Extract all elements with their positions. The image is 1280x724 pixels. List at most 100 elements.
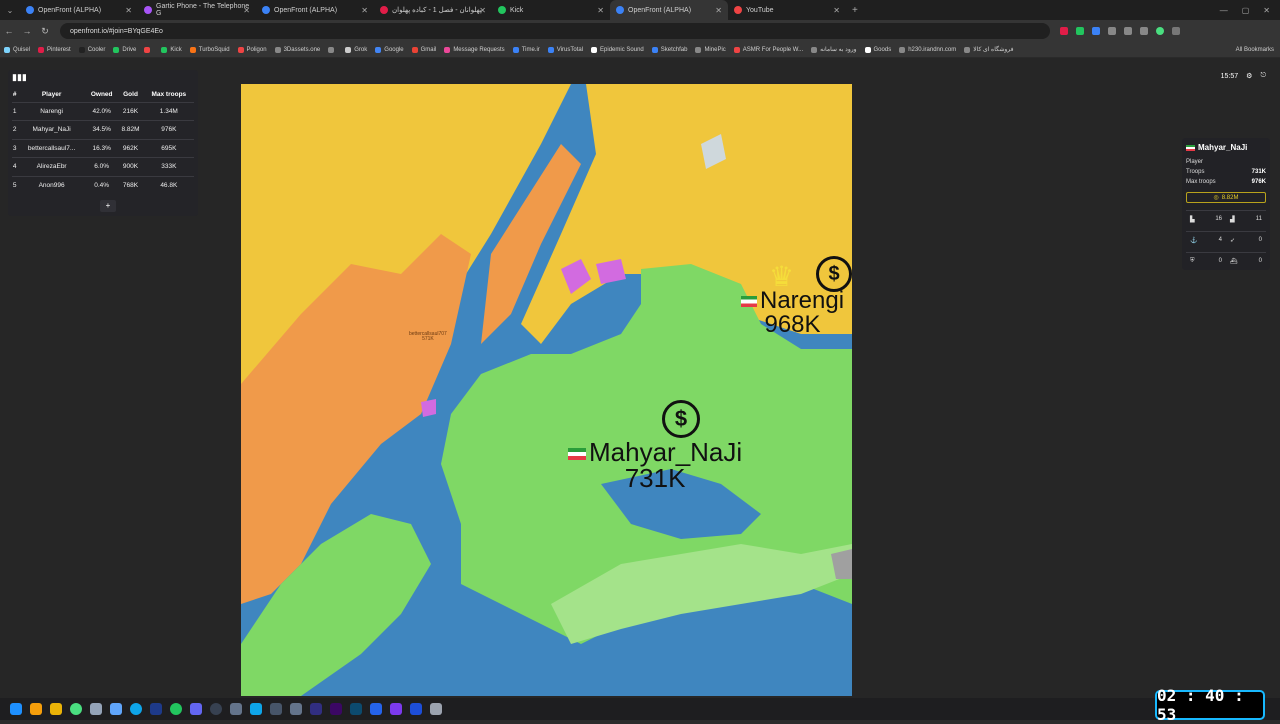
close-icon[interactable]: ✕ (833, 6, 840, 15)
extension-icon[interactable] (1124, 27, 1132, 35)
maximize-icon[interactable]: ▢ (1242, 6, 1250, 15)
forward-icon[interactable]: → (18, 26, 36, 36)
column-header-max-troops[interactable]: Max troops (144, 88, 194, 102)
cell-player: Anon996 (17, 175, 86, 195)
app-icon[interactable] (390, 703, 402, 715)
app-icon[interactable] (270, 703, 282, 715)
settings-gear-icon[interactable]: ⚙ (1246, 72, 1252, 80)
bookmark-item[interactable]: Kick (161, 46, 182, 53)
steam-icon[interactable] (150, 703, 162, 715)
expand-leaderboard-button[interactable]: + (100, 200, 116, 212)
bookmark-item[interactable]: Epidemic Sound (591, 46, 644, 53)
after-effects-icon[interactable] (310, 703, 322, 715)
app-icon[interactable] (90, 703, 102, 715)
bookmark-item[interactable] (328, 46, 337, 53)
bookmark-favicon-icon (512, 46, 519, 53)
all-bookmarks-button[interactable]: All Bookmarks (1236, 47, 1280, 53)
leaderboard-row[interactable]: 5 Anon996 0.4% 768K 46.8K (12, 175, 194, 195)
windows-start-icon[interactable] (10, 703, 22, 715)
bookmark-item[interactable]: VirusTotal (547, 46, 583, 53)
bookmark-item[interactable]: Cooler (78, 46, 105, 53)
tab-search-button[interactable]: ⌄ (0, 0, 20, 20)
app-icon[interactable] (430, 703, 442, 715)
file-explorer-icon[interactable] (50, 703, 62, 715)
extension-icon[interactable] (1076, 27, 1084, 35)
bookmark-item[interactable]: Sketchfab (651, 46, 687, 53)
leaderboard-row[interactable]: 1 Narengi 42.0% 216K 1.34M (12, 101, 194, 121)
bookmark-favicon-icon (547, 46, 554, 53)
exit-icon[interactable]: ⎋ (1260, 72, 1266, 80)
spotify-icon[interactable] (170, 703, 182, 715)
close-icon[interactable]: ✕ (715, 6, 722, 15)
close-icon[interactable]: ✕ (361, 6, 368, 15)
map-svg[interactable] (241, 84, 852, 696)
close-icon[interactable]: ✕ (479, 6, 486, 15)
close-icon[interactable]: ✕ (125, 6, 132, 15)
close-icon[interactable]: ✕ (597, 6, 604, 15)
bookmark-label: Epidemic Sound (600, 46, 644, 53)
app-icon[interactable] (290, 703, 302, 715)
stat-value: 4 (1218, 237, 1222, 243)
browser-tab[interactable]: OpenFront (ALPHA) ✕ (20, 0, 138, 20)
app-icon[interactable] (370, 703, 382, 715)
extension-icon[interactable] (1092, 27, 1100, 35)
browser-tab[interactable]: Kick ✕ (492, 0, 610, 20)
bookmark-item[interactable]: ورود به سامانه (811, 46, 857, 53)
bookmark-favicon-icon (864, 46, 871, 53)
game-map[interactable]: Narengi 968K Mahyar_NaJi 731K bettercall… (241, 84, 852, 696)
back-icon[interactable]: ← (0, 26, 18, 36)
bookmark-item[interactable]: ASMR For People W... (733, 46, 803, 53)
close-window-icon[interactable]: ✕ (1263, 6, 1270, 15)
bookmark-item[interactable]: فروشگاه ای کالا (964, 46, 1013, 53)
telegram-icon[interactable] (130, 703, 142, 715)
discord-icon[interactable] (190, 703, 202, 715)
leaderboard-row[interactable]: 2 Mahyar_NaJi 34.5% 8.82M 976K (12, 120, 194, 139)
app-icon[interactable] (410, 703, 422, 715)
bookmark-item[interactable]: Grok (345, 46, 367, 53)
bookmark-item[interactable]: Time.ir (512, 46, 540, 53)
browser-tab-active[interactable]: OpenFront (ALPHA) ✕ (610, 0, 728, 20)
chrome-icon[interactable] (70, 703, 82, 715)
browser-tab[interactable]: Gartic Phone - The Telephone G ✕ (138, 0, 256, 20)
bookmark-item[interactable]: Pinterest (38, 46, 71, 53)
close-icon[interactable]: ✕ (243, 6, 250, 15)
bookmark-item[interactable]: 3Dassets.one (274, 46, 320, 53)
minimize-icon[interactable]: — (1220, 6, 1228, 15)
app-icon[interactable] (230, 703, 242, 715)
menu-icon[interactable] (1172, 27, 1180, 35)
bookmark-item[interactable]: Message Requests (444, 46, 505, 53)
browser-tab[interactable]: YouTube ✕ (728, 0, 846, 20)
bookmark-favicon-icon (4, 46, 10, 53)
leaderboard-row[interactable]: 4 AlirezaEbr 6.0% 900K 333K (12, 157, 194, 176)
reload-icon[interactable]: ↻ (36, 26, 54, 37)
extension-icon[interactable] (1060, 27, 1068, 35)
photoshop-icon[interactable] (350, 703, 362, 715)
troops-label: Troops (1186, 169, 1205, 175)
bookmark-item[interactable]: Gmail (411, 46, 436, 53)
profile-avatar-icon[interactable] (1156, 27, 1164, 35)
bookmark-item[interactable]: Drive (113, 46, 136, 53)
search-icon[interactable] (30, 703, 42, 715)
bar-chart-icon[interactable]: ▮▮▮ (12, 72, 27, 83)
bookmark-item[interactable]: Poligon (237, 46, 267, 53)
column-header-gold[interactable]: Gold (117, 88, 143, 102)
bookmark-item[interactable]: MinePic (695, 46, 726, 53)
extension-icon[interactable] (1108, 27, 1116, 35)
app-icon[interactable] (250, 703, 262, 715)
new-tab-icon[interactable]: + (846, 5, 864, 16)
bookmark-item[interactable]: Google (375, 46, 404, 53)
premiere-icon[interactable] (330, 703, 342, 715)
bookmark-item[interactable]: h230.irandnn.com (899, 46, 956, 53)
url-field[interactable]: openfront.io/#join=BYqGE4Eo (60, 23, 1050, 39)
column-header-owned[interactable]: Owned (86, 88, 117, 102)
obs-icon[interactable] (210, 703, 222, 715)
browser-tab[interactable]: پهلوانان - فصل 1 - کباده پهلوان ✕ (374, 0, 492, 20)
leaderboard-row[interactable]: 3 bettercallsaul7... 16.3% 962K 695K (12, 138, 194, 158)
extension-icon[interactable] (1140, 27, 1148, 35)
app-icon[interactable] (110, 703, 122, 715)
bookmark-item[interactable]: Quisel (4, 46, 30, 53)
browser-tab[interactable]: OpenFront (ALPHA) ✕ (256, 0, 374, 20)
bookmark-item[interactable]: Goods (864, 46, 891, 53)
bookmark-item[interactable] (144, 46, 153, 53)
bookmark-item[interactable]: TurboSquid (189, 46, 230, 53)
